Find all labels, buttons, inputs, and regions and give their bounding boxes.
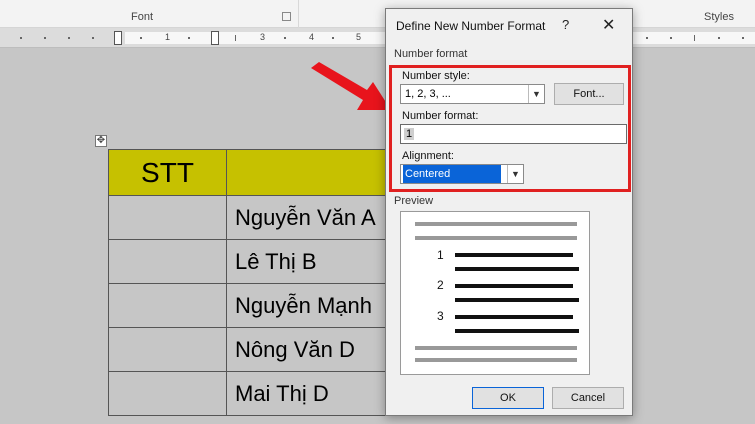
ruler-tick [284, 37, 286, 39]
preview-section-label: Preview [394, 195, 434, 207]
ruler-number: 5 [356, 32, 362, 42]
preview-text-line [455, 253, 573, 257]
font-button[interactable]: Font... [554, 83, 624, 105]
stt-cell[interactable] [108, 283, 227, 328]
ruler-tick [20, 37, 22, 39]
preview-text-line [455, 315, 573, 319]
stt-cell[interactable] [108, 327, 227, 372]
ruler-tick [188, 37, 190, 39]
number-format-label: Number format: [402, 110, 479, 122]
ok-button[interactable]: OK [472, 387, 544, 409]
ruler-column-marker[interactable] [211, 31, 219, 45]
stt-cell[interactable] [108, 195, 227, 240]
ruler-number: 4 [309, 32, 315, 42]
cancel-button[interactable]: Cancel [552, 387, 624, 409]
number-style-label: Number style: [402, 70, 470, 82]
ruler-tick [44, 37, 46, 39]
preview-text-line [455, 267, 579, 271]
close-icon[interactable]: ✕ [602, 15, 615, 35]
ruler-tick [646, 37, 648, 39]
table-move-handle-icon[interactable]: ✥ [95, 135, 107, 147]
horizontal-ruler[interactable]: 1 3 4 5 [0, 28, 755, 48]
preview-line [415, 236, 577, 240]
number-format-section-label: Number format [394, 48, 468, 60]
ribbon: Font Styles [0, 0, 755, 28]
ruler-tick [742, 37, 744, 39]
help-icon[interactable]: ? [562, 17, 569, 32]
number-style-value: 1, 2, 3, ... [405, 88, 451, 100]
ruler-number: 3 [260, 32, 266, 42]
number-format-value: 1 [404, 128, 415, 140]
stt-cell[interactable] [108, 239, 227, 284]
number-style-select[interactable]: 1, 2, 3, ... ▼ [400, 84, 545, 104]
styles-group-label: Styles [704, 11, 734, 23]
chevron-down-icon[interactable]: ▼ [528, 85, 544, 103]
alignment-select[interactable]: Centered ▼ [400, 164, 524, 184]
ruler-tick [68, 37, 70, 39]
ruler-tick [694, 35, 695, 41]
font-dialog-launcher-icon[interactable] [282, 12, 291, 21]
preview-line [415, 358, 577, 362]
ribbon-separator [298, 0, 299, 28]
preview-line [415, 346, 577, 350]
preview-text-line [455, 298, 579, 302]
ruler-tick [140, 37, 142, 39]
preview-text-line [455, 284, 573, 288]
ruler-tick [718, 37, 720, 39]
ruler-number: 1 [165, 32, 171, 42]
font-group-label: Font [131, 11, 154, 23]
alignment-label: Alignment: [402, 150, 454, 162]
preview-number: 1 [437, 248, 444, 262]
preview-number: 2 [437, 278, 444, 292]
ruler-tick [670, 37, 672, 39]
number-format-input[interactable]: 1 [400, 124, 627, 144]
red-arrow-icon [311, 62, 391, 110]
preview-box: 1 2 3 [400, 211, 590, 375]
ruler-tick [235, 35, 236, 41]
chevron-down-icon[interactable]: ▼ [507, 165, 523, 183]
alignment-value: Centered [403, 165, 501, 183]
header-stt[interactable]: STT [108, 149, 227, 196]
ruler-tick [332, 37, 334, 39]
preview-number: 3 [437, 309, 444, 323]
stt-cell[interactable] [108, 371, 227, 416]
dialog-title: Define New Number Format [396, 19, 546, 33]
ruler-indent-marker[interactable] [114, 31, 122, 45]
define-number-format-dialog: Define New Number Format ? ✕ Number form… [385, 8, 633, 416]
ruler-tick [92, 37, 94, 39]
preview-text-line [455, 329, 579, 333]
preview-line [415, 222, 577, 226]
